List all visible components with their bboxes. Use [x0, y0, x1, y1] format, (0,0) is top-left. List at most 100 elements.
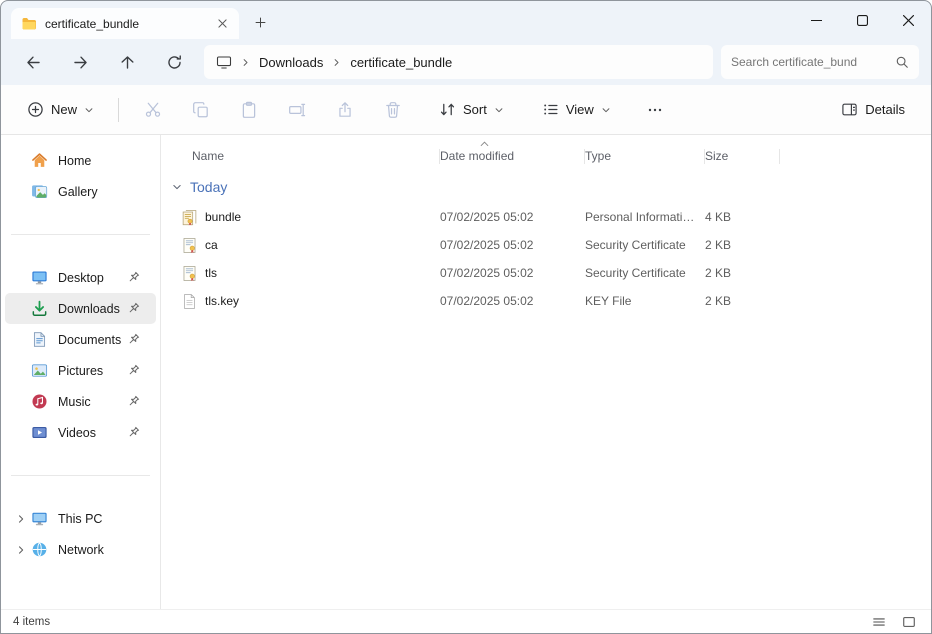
- sidebar-item-music[interactable]: Music: [5, 386, 156, 417]
- items-count: 4 items: [13, 616, 50, 628]
- cut-button: [133, 92, 173, 128]
- view-button[interactable]: View: [532, 94, 621, 125]
- file-size: 2 KB: [705, 266, 780, 280]
- minimize-button[interactable]: [793, 1, 839, 39]
- large-icons-view-icon[interactable]: [899, 613, 919, 631]
- tab-close-icon[interactable]: [213, 15, 231, 33]
- file-name-cell: bundle: [161, 209, 440, 226]
- group-header-today[interactable]: Today: [161, 171, 931, 203]
- tab-title: certificate_bundle: [45, 17, 205, 31]
- sidebar-item-network[interactable]: Network: [5, 534, 156, 565]
- chevron-down-icon: [84, 105, 94, 115]
- pin-icon: [126, 425, 141, 440]
- maximize-button[interactable]: [839, 1, 885, 39]
- sidebar-item-gallery[interactable]: Gallery: [5, 176, 156, 207]
- file-name: ca: [205, 238, 218, 252]
- breadcrumb-downloads[interactable]: Downloads: [259, 55, 323, 70]
- breadcrumb[interactable]: Downloads certificate_bundle: [204, 45, 713, 79]
- file-row-ca[interactable]: ca07/02/2025 05:02Security Certificate2 …: [161, 231, 931, 259]
- search-input[interactable]: [731, 55, 889, 69]
- monitor-icon: [216, 54, 232, 70]
- column-header-size[interactable]: Size: [705, 141, 780, 171]
- pin-icon: [126, 363, 141, 378]
- column-header-name[interactable]: Name: [161, 141, 440, 171]
- downloads-icon: [31, 300, 49, 318]
- refresh-icon: [166, 54, 183, 71]
- sidebar-item-label: Videos: [58, 426, 122, 440]
- new-tab-button[interactable]: [247, 9, 273, 35]
- details-view-icon[interactable]: [869, 613, 889, 631]
- sidebar-item-documents[interactable]: Documents: [5, 324, 156, 355]
- file-name: tls.key: [205, 294, 239, 308]
- paste-button: [229, 92, 269, 128]
- close-button[interactable]: [885, 1, 931, 39]
- breadcrumb-certificate-bundle[interactable]: certificate_bundle: [350, 55, 452, 70]
- view-button-label: View: [566, 102, 594, 117]
- sort-ascending-icon: [480, 141, 489, 147]
- window-body: Home Gallery Desktop Downloads Documents Pict…: [1, 135, 931, 609]
- file-explorer-window: certificate_bundle: [0, 0, 932, 634]
- new-button[interactable]: New: [17, 94, 104, 125]
- sidebar-item-home[interactable]: Home: [5, 145, 156, 176]
- column-header-date-modified[interactable]: Date modified: [440, 141, 585, 171]
- file-name-cell: tls.key: [161, 293, 440, 310]
- file-size: 2 KB: [705, 294, 780, 308]
- chevron-down-icon[interactable]: [171, 181, 183, 193]
- file-name: tls: [205, 266, 217, 280]
- copy-button: [181, 92, 221, 128]
- window-controls: [793, 1, 931, 39]
- details-button[interactable]: Details: [831, 94, 915, 125]
- file-row-tls[interactable]: tls07/02/2025 05:02Security Certificate2…: [161, 259, 931, 287]
- file-row-tls.key[interactable]: tls.key07/02/2025 05:02KEY File2 KB: [161, 287, 931, 315]
- nav-buttons: [13, 44, 194, 80]
- sidebar-item-label: Downloads: [58, 302, 122, 316]
- sidebar-item-this-pc[interactable]: This PC: [5, 503, 156, 534]
- delete-icon: [384, 101, 402, 119]
- pin-icon: [126, 394, 141, 409]
- clipboard-tools: [133, 92, 413, 128]
- delete-button: [373, 92, 413, 128]
- sidebar-item-label: This PC: [58, 512, 150, 526]
- thispc-icon: [31, 510, 49, 528]
- group-label: Today: [190, 179, 227, 195]
- details-pane-icon: [841, 101, 858, 118]
- up-button[interactable]: [107, 44, 147, 80]
- file-size: 4 KB: [705, 210, 780, 224]
- chevron-right-icon: [331, 57, 342, 68]
- file-type: Personal Informati…: [585, 210, 705, 224]
- file-date: 07/02/2025 05:02: [440, 294, 585, 308]
- sidebar-item-downloads[interactable]: Downloads: [5, 293, 156, 324]
- column-header-label: Name: [192, 149, 224, 163]
- more-options-button[interactable]: [635, 92, 675, 128]
- file-list-pane: Name Date modified Type Size: [161, 135, 931, 609]
- chevron-right-icon[interactable]: [11, 513, 31, 525]
- column-header-label: Date modified: [440, 149, 514, 163]
- address-bar: Downloads certificate_bundle: [1, 39, 931, 85]
- refresh-button[interactable]: [154, 44, 194, 80]
- network-icon: [31, 541, 49, 559]
- rename-icon: [288, 101, 306, 119]
- gallery-icon: [31, 183, 49, 201]
- sidebar-item-pictures[interactable]: Pictures: [5, 355, 156, 386]
- sidebar-item-label: Documents: [58, 333, 122, 347]
- ellipsis-icon: [647, 102, 663, 118]
- file-row-bundle[interactable]: bundle07/02/2025 05:02Personal Informati…: [161, 203, 931, 231]
- certificate-icon: [181, 265, 198, 282]
- new-button-label: New: [51, 102, 77, 117]
- tab-certificate-bundle[interactable]: certificate_bundle: [11, 8, 239, 39]
- titlebar: certificate_bundle: [1, 1, 931, 39]
- sidebar-item-label: Home: [58, 154, 150, 168]
- right-button: [60, 44, 100, 80]
- share-button: [325, 92, 365, 128]
- left-button[interactable]: [13, 44, 53, 80]
- command-toolbar: New Sort View: [1, 85, 931, 135]
- chevron-right-icon[interactable]: [11, 544, 31, 556]
- search-icon[interactable]: [895, 55, 909, 69]
- chevron-down-icon: [601, 105, 611, 115]
- sort-button[interactable]: Sort: [429, 94, 514, 125]
- pictures-icon: [31, 362, 49, 380]
- sidebar-item-desktop[interactable]: Desktop: [5, 262, 156, 293]
- sort-button-label: Sort: [463, 102, 487, 117]
- column-header-type[interactable]: Type: [585, 141, 705, 171]
- sidebar-item-videos[interactable]: Videos: [5, 417, 156, 448]
